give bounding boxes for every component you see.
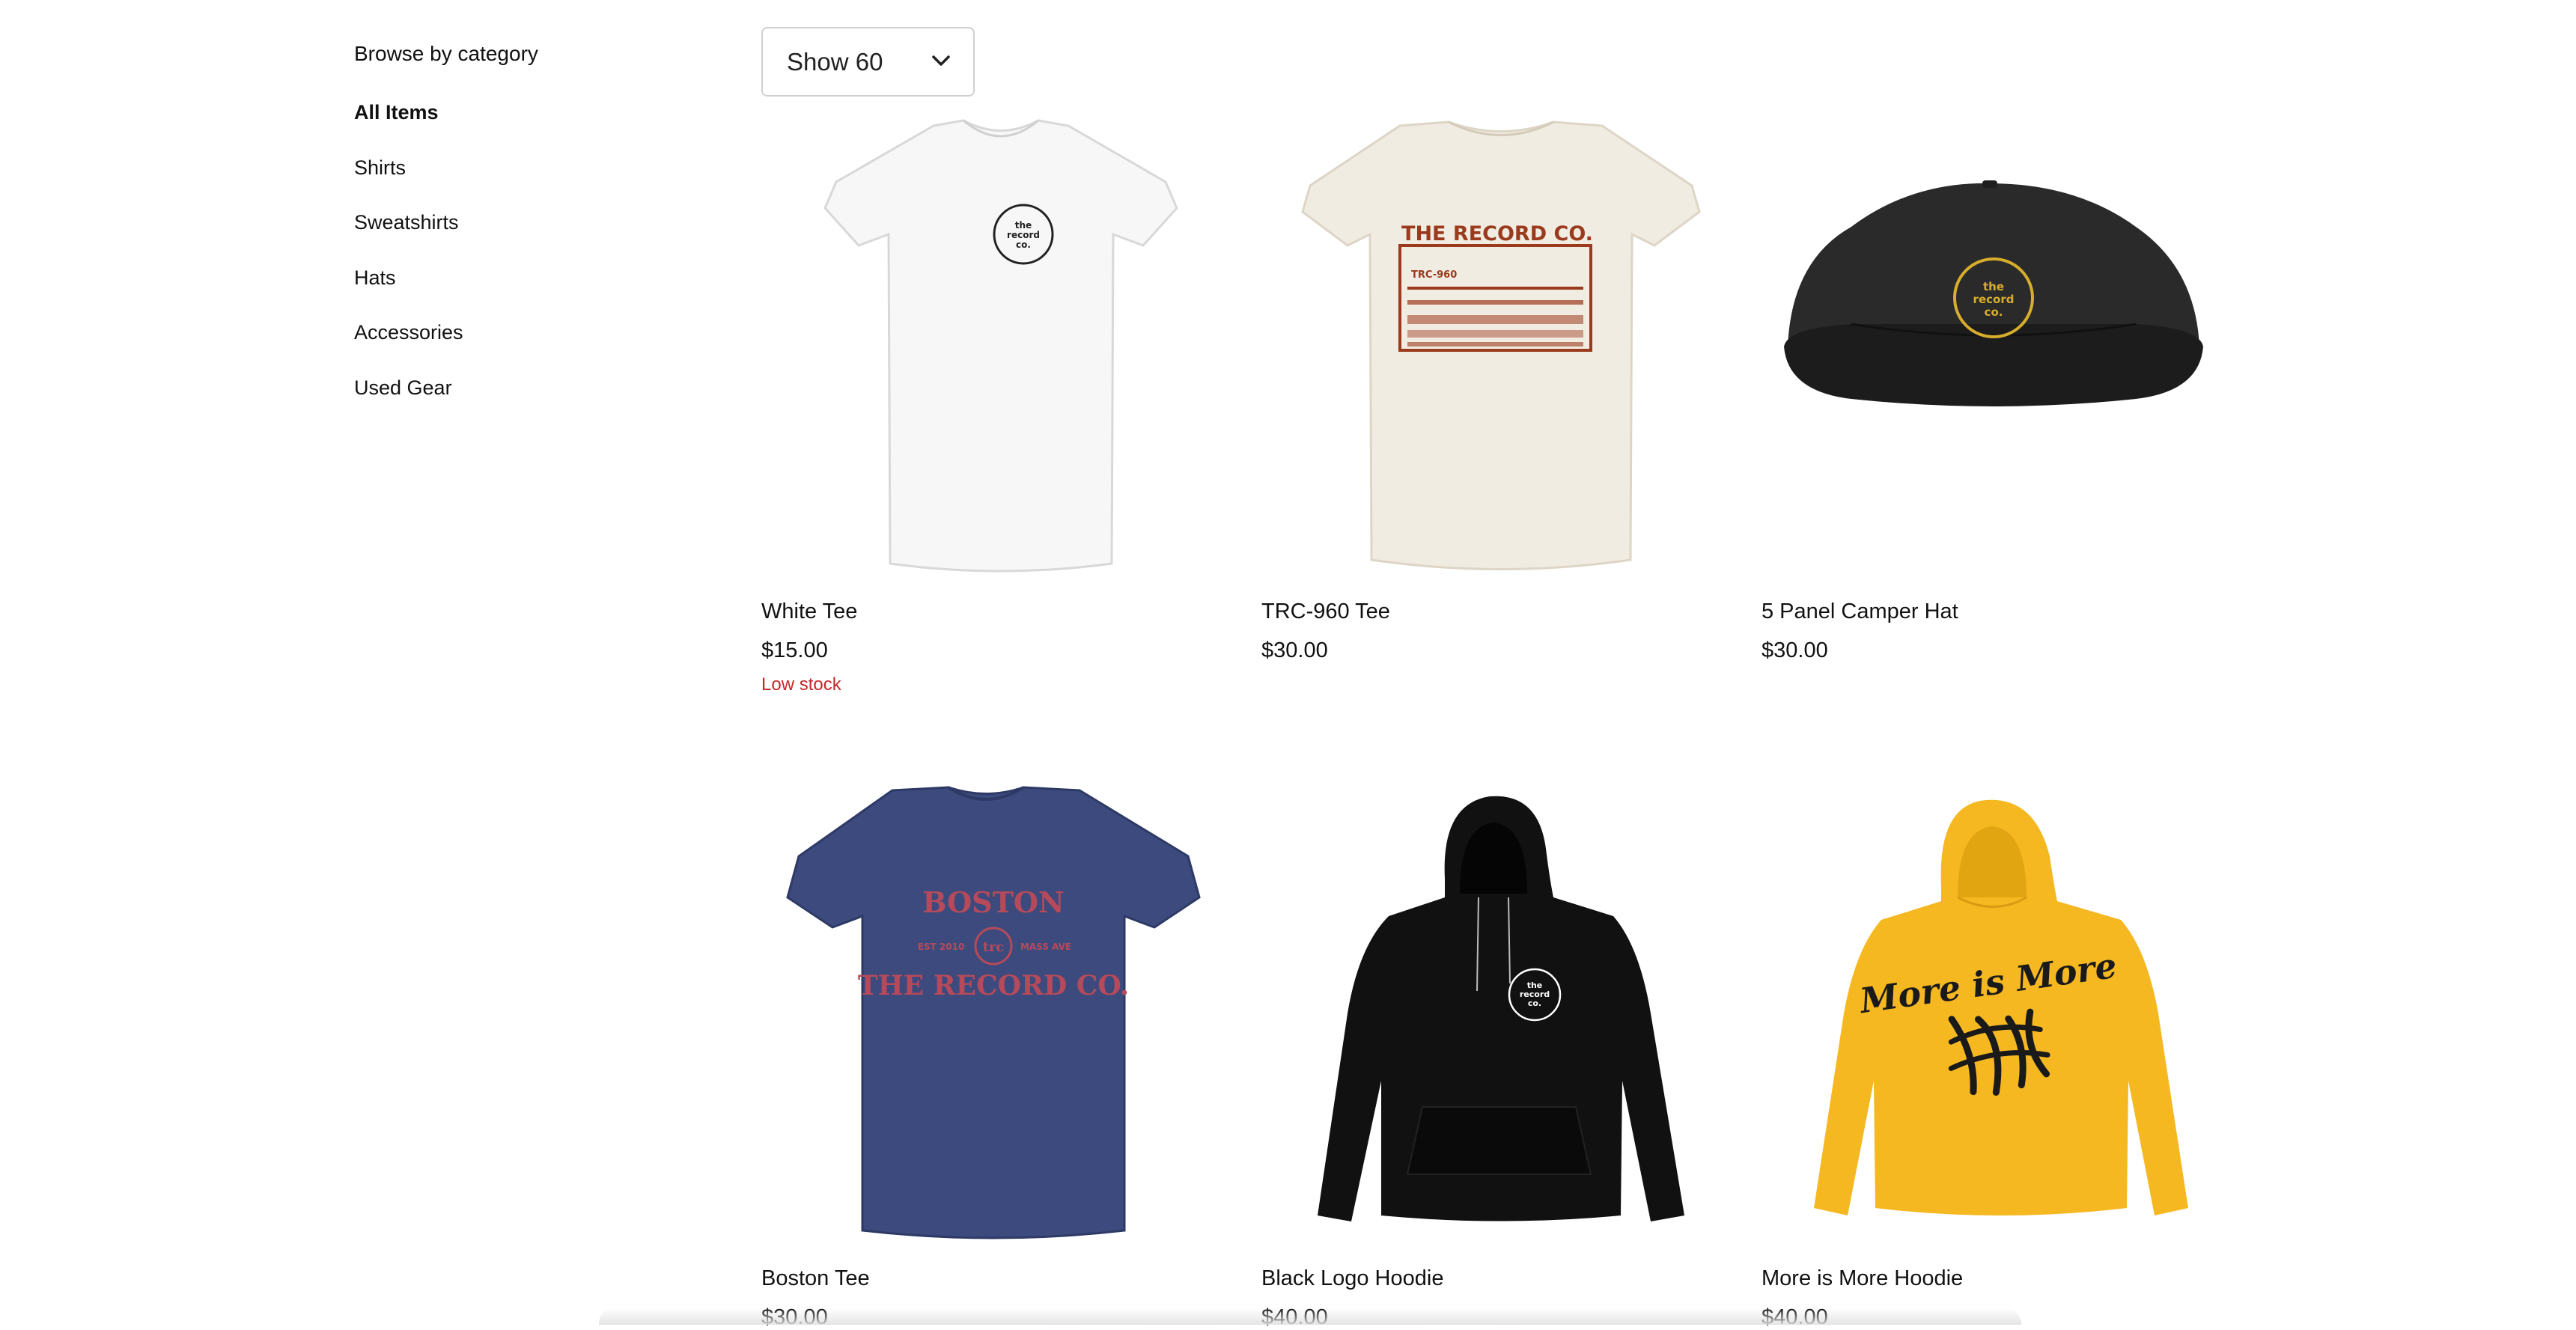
bottom-overlay-edge: [599, 1308, 2021, 1325]
white-tee-logo-line3: co.: [1016, 240, 1031, 250]
sidebar-item-accessories[interactable]: Accessories: [354, 305, 669, 361]
hoodie-logo-line3: co.: [1528, 998, 1541, 1008]
items-per-page-value: Show 60: [787, 47, 883, 76]
product-card[interactable]: More is More More is More Hoodie $40.00: [1762, 766, 2241, 1329]
product-name[interactable]: Black Logo Hoodie: [1261, 1266, 1443, 1291]
sidebar-item-all-items[interactable]: All Items: [354, 85, 669, 141]
product-name[interactable]: White Tee: [761, 600, 857, 624]
product-card[interactable]: BOSTON trc EST 2010 MASS AVE THE RECORD …: [761, 766, 1240, 1329]
boston-print-bottom: THE RECORD CO.: [858, 970, 1129, 1001]
white-tee-image: the record co.: [823, 119, 1178, 573]
product-price: $30.00: [1261, 638, 1328, 662]
product-name[interactable]: TRC-960 Tee: [1261, 600, 1390, 624]
product-card[interactable]: the record co. White Tee $15.00 Low stoc…: [761, 100, 1240, 695]
product-name[interactable]: More is More Hoodie: [1762, 1266, 1963, 1291]
product-name[interactable]: 5 Panel Camper Hat: [1762, 600, 1958, 624]
white-tee-logo-line1: the: [1015, 220, 1032, 231]
hat-logo-line3: co.: [1985, 305, 2003, 319]
sidebar-item-used-gear[interactable]: Used Gear: [354, 361, 669, 416]
sidebar-item-shirts[interactable]: Shirts: [354, 141, 669, 196]
product-card[interactable]: the record co. 5 Panel Camper Hat $30.00: [1762, 100, 2241, 662]
product-image-black-logo-hoodie[interactable]: the record co.: [1261, 766, 1741, 1245]
boston-print-right: MASS AVE: [1020, 942, 1071, 952]
product-card[interactable]: the record co. Black Logo Hoodie $40.00: [1261, 766, 1741, 1329]
trc-960-print-model: TRC-960: [1411, 269, 1457, 281]
boston-print-left: EST 2010: [918, 942, 965, 952]
product-name[interactable]: Boston Tee: [761, 1266, 870, 1291]
product-image-boston-tee[interactable]: BOSTON trc EST 2010 MASS AVE THE RECORD …: [761, 766, 1240, 1245]
browse-by-category-heading: Browse by category: [354, 42, 538, 65]
sidebar-item-sweatshirts[interactable]: Sweatshirts: [354, 195, 669, 251]
boston-tee-image: BOSTON trc EST 2010 MASS AVE THE RECORD …: [786, 786, 1201, 1239]
product-image-trc-960-tee[interactable]: THE RECORD CO. TRC-960: [1261, 100, 1741, 579]
trc-960-tee-image: THE RECORD CO. TRC-960: [1301, 121, 1701, 570]
white-tee-logo-line2: record: [1007, 230, 1040, 240]
chevron-down-icon: [932, 55, 950, 66]
low-stock-badge: Low stock: [761, 674, 841, 695]
product-card[interactable]: THE RECORD CO. TRC-960 TRC-960 Tee $30.0…: [1261, 100, 1741, 662]
hat-logo-line1: the: [1983, 280, 2004, 293]
yellow-hoodie-image: More is More: [1814, 799, 2188, 1215]
boston-print-top: BOSTON: [922, 885, 1064, 919]
product-price: $15.00: [761, 638, 828, 662]
category-sidebar: Browse by category All Items Shirts Swea…: [354, 30, 669, 415]
boston-print-center: trc: [983, 939, 1005, 955]
camper-hat-image: the record co.: [1784, 180, 2203, 406]
product-image-5-panel-camper-hat[interactable]: the record co.: [1762, 100, 2241, 579]
trc-960-print-title: THE RECORD CO.: [1401, 222, 1593, 245]
black-hoodie-image: the record co.: [1318, 796, 1684, 1221]
product-image-white-tee[interactable]: the record co.: [761, 100, 1240, 579]
hat-logo-line2: record: [1973, 293, 2015, 306]
product-image-more-is-more-hoodie[interactable]: More is More: [1762, 766, 2241, 1245]
items-per-page-select[interactable]: Show 60: [761, 27, 975, 97]
product-price: $30.00: [1762, 638, 1828, 662]
sidebar-item-hats[interactable]: Hats: [354, 251, 669, 306]
